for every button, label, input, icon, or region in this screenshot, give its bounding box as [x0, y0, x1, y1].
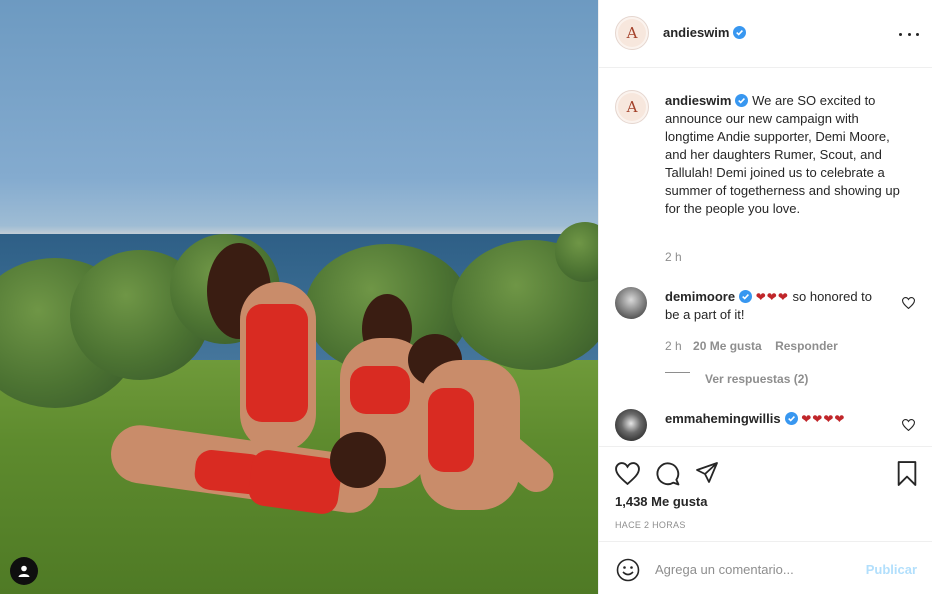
reply-button[interactable]: Responder — [775, 339, 838, 353]
photo-swimsuit — [246, 304, 308, 422]
post-side-panel: A andieswim A andieswim We are SO excite… — [598, 0, 932, 594]
comment-composer: Publicar — [599, 541, 932, 594]
avatar[interactable]: A — [615, 16, 649, 50]
photo-figure-hair — [330, 432, 386, 488]
caption-avatar[interactable]: A — [615, 90, 649, 124]
post-actions: 1,438 Me gusta HACE 2 HORAS — [599, 446, 932, 541]
comment-avatar[interactable] — [615, 287, 647, 319]
save-button[interactable] — [893, 459, 921, 487]
more-icon — [899, 32, 902, 36]
emoji-button[interactable] — [615, 557, 641, 583]
verified-icon — [784, 412, 798, 425]
comment-avatar[interactable] — [615, 409, 647, 441]
more-icon — [907, 32, 911, 36]
comment-input[interactable] — [655, 558, 855, 580]
more-icon — [916, 32, 919, 36]
comment-text: emmahemingwillis ❤❤❤❤ — [665, 410, 875, 428]
more-options-button[interactable] — [899, 24, 919, 44]
publish-button[interactable]: Publicar — [866, 562, 917, 577]
comment-likes[interactable]: 20 Me gusta — [693, 339, 762, 353]
post-timestamp: HACE 2 HORAS — [615, 520, 686, 530]
photo-swimsuit — [350, 366, 410, 414]
caption-text: We are SO excited to announce our new ca… — [665, 93, 900, 216]
post-header: A andieswim — [599, 0, 932, 68]
photo-swimsuit — [428, 388, 474, 472]
avatar-logo: A — [618, 19, 646, 47]
bookmark-icon — [897, 460, 917, 486]
comment-like-icon[interactable] — [902, 419, 915, 431]
comment-like-icon[interactable] — [902, 297, 915, 309]
comment-hearts: ❤❤❤❤ — [801, 412, 846, 426]
like-button[interactable] — [613, 459, 641, 487]
header-user: andieswim — [663, 25, 747, 40]
avatar-logo: A — [618, 93, 646, 121]
heart-icon — [614, 461, 640, 485]
comment-username[interactable]: emmahemingwillis — [665, 411, 781, 426]
emoji-icon — [616, 558, 640, 582]
share-icon — [696, 462, 718, 483]
comment-meta: 2 h 20 Me gusta Responder — [665, 339, 838, 353]
instagram-post-view: A andieswim A andieswim We are SO excite… — [0, 0, 932, 594]
verified-icon — [735, 94, 749, 107]
header-username[interactable]: andieswim — [663, 25, 729, 40]
verified-icon — [733, 26, 747, 39]
like-count[interactable]: 1,438 Me gusta — [615, 494, 708, 509]
comment-icon — [656, 461, 679, 485]
replies-divider — [665, 372, 690, 373]
comment-age: 2 h — [665, 339, 682, 353]
user-tag-button[interactable] — [10, 557, 38, 585]
caption-age: 2 h — [665, 250, 682, 264]
post-photo[interactable] — [0, 0, 598, 594]
share-button[interactable] — [693, 459, 721, 487]
comments-list[interactable]: A andieswim We are SO excited to announc… — [599, 68, 932, 446]
comment-button[interactable] — [653, 459, 681, 487]
user-tag-icon — [18, 565, 30, 577]
comment-hearts: ❤❤❤ — [755, 290, 789, 304]
caption: andieswim We are SO excited to announce … — [665, 92, 901, 218]
verified-icon — [739, 290, 753, 303]
caption-username[interactable]: andieswim — [665, 93, 731, 108]
comment-text: demimoore ❤❤❤ so honored to be a part of… — [665, 288, 875, 324]
view-replies-button[interactable]: Ver respuestas (2) — [705, 372, 808, 386]
comment-username[interactable]: demimoore — [665, 289, 735, 304]
